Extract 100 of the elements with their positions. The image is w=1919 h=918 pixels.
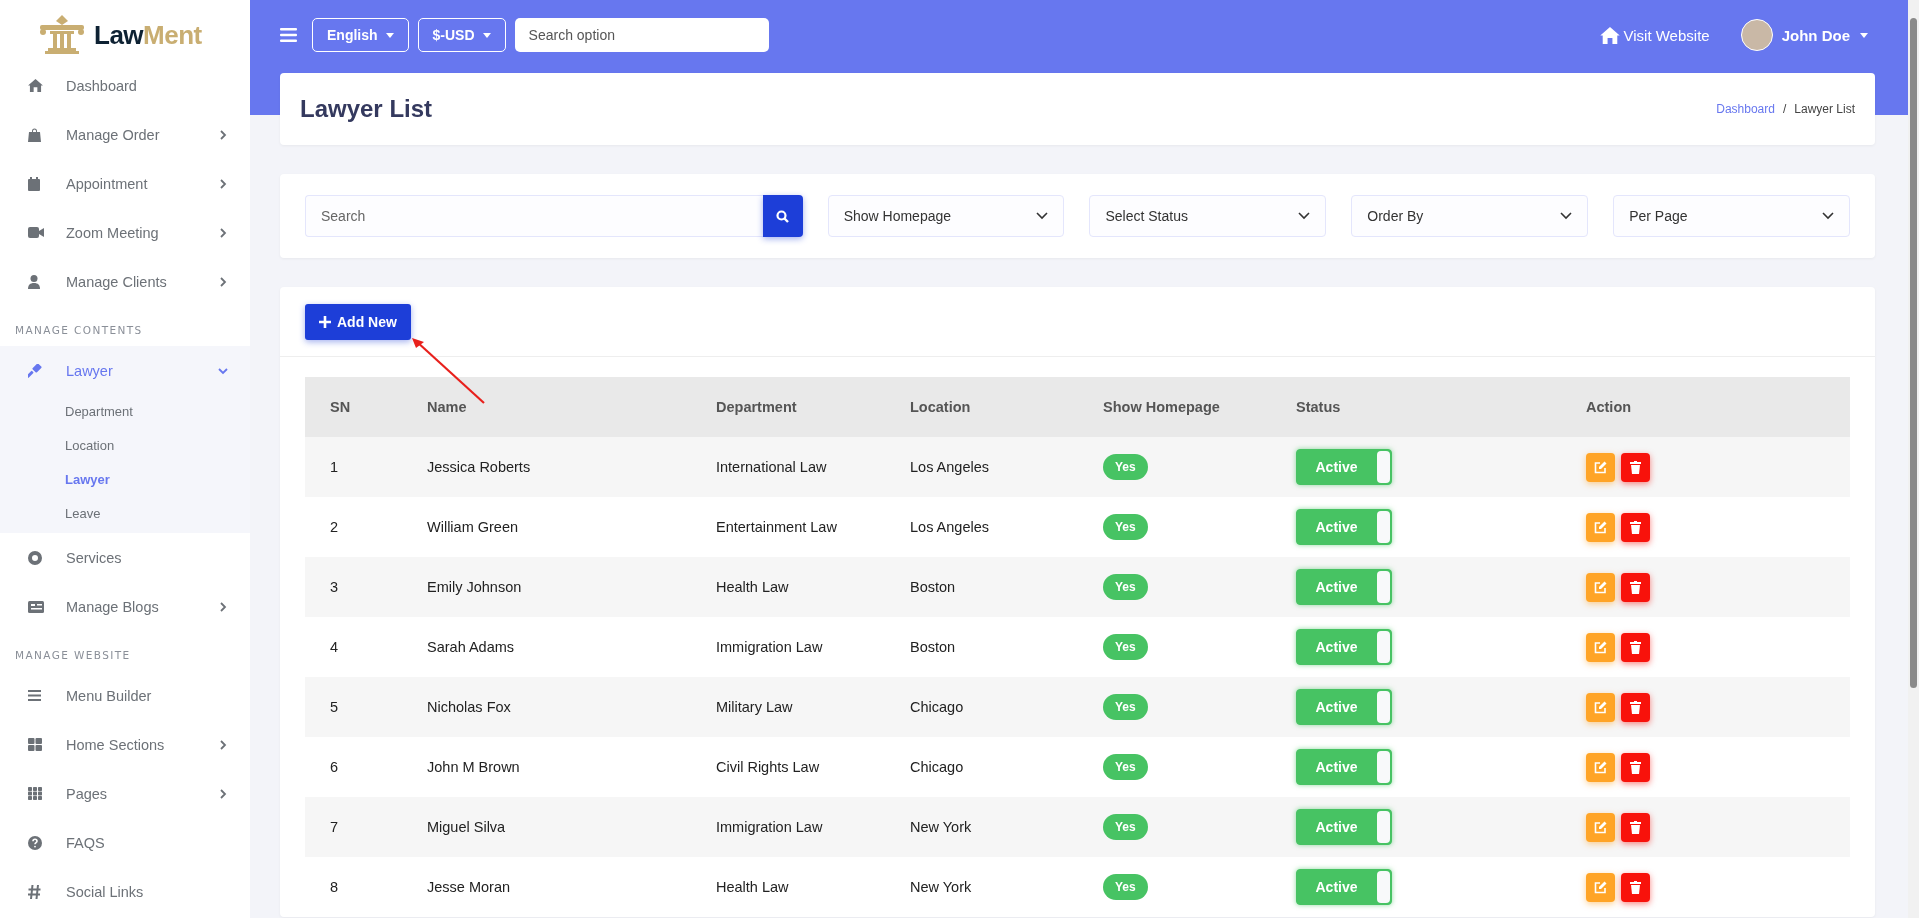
table-cell-text: Health Law: [715, 879, 790, 895]
user-icon: [28, 274, 40, 289]
table-cell-text: Health Law: [715, 579, 790, 595]
table-cell-text: Emily Johnson: [426, 579, 523, 595]
scrollbar[interactable]: [1908, 0, 1919, 918]
delete-button[interactable]: [1621, 632, 1650, 662]
table-cell-text: Immigration Law: [715, 819, 824, 835]
search-button[interactable]: [762, 195, 803, 237]
sidebar-item[interactable]: Social Links: [0, 867, 250, 916]
homepage-badge: Yes: [1103, 574, 1148, 600]
column-header: Name: [426, 399, 468, 415]
select-dropdown[interactable]: Order By: [1351, 195, 1589, 237]
edit-button[interactable]: [1586, 632, 1615, 662]
select-dropdown[interactable]: Per Page: [1613, 195, 1850, 237]
column-header: Action: [1585, 399, 1633, 415]
table-cell-text: Entertainment Law: [715, 519, 838, 535]
submenu-item[interactable]: Location: [0, 429, 250, 463]
table-cell-text: Miguel Silva: [426, 819, 507, 835]
language-dropdown[interactable]: English: [312, 18, 409, 52]
search-field[interactable]: Search option: [514, 18, 769, 52]
edit-button[interactable]: [1586, 872, 1615, 902]
menu-icon: [28, 690, 41, 701]
edit-icon: [1594, 880, 1607, 894]
chevron-right-icon: [218, 178, 228, 189]
column-header: Status: [1295, 399, 1342, 415]
sidebar-item[interactable]: Manage Blogs: [0, 582, 250, 631]
edit-button[interactable]: [1586, 752, 1615, 782]
caret-icon: [482, 32, 491, 38]
edit-button[interactable]: [1586, 812, 1615, 842]
hash-icon: [28, 884, 41, 899]
sidebar-item[interactable]: Home Sections: [0, 720, 250, 769]
table-cell-text: Los Angeles: [909, 519, 990, 535]
sidebar-item[interactable]: Appointment: [0, 159, 250, 208]
edit-icon: [1594, 460, 1607, 474]
sidebar-item[interactable]: Services: [0, 533, 250, 582]
column-header: Location: [909, 399, 972, 415]
edit-icon: [1594, 700, 1607, 714]
edit-button[interactable]: [1586, 692, 1615, 722]
calendar-icon: [28, 176, 40, 191]
currency-dropdown[interactable]: $-USD: [417, 18, 506, 52]
sidebar-item[interactable]: FAQS: [0, 818, 250, 867]
trash-icon: [1630, 520, 1641, 534]
edit-button[interactable]: [1586, 572, 1615, 602]
table-cell-text: International Law: [715, 459, 828, 475]
submenu-item[interactable]: Department: [0, 395, 250, 429]
chevron-down-icon: [1560, 212, 1573, 220]
chevron-down-icon: [1822, 212, 1834, 220]
trash-icon: [1630, 820, 1641, 834]
brand-name[interactable]: LawMent: [94, 19, 202, 51]
select-dropdown[interactable]: Select Status: [1089, 195, 1327, 237]
sidebar-item[interactable]: Manage Clients: [0, 257, 250, 306]
user-menu[interactable]: John Doe: [1781, 26, 1868, 44]
select-dropdown[interactable]: Show Homepage: [827, 195, 1065, 237]
table-cell-text: Los Angeles: [909, 459, 990, 475]
submenu-item[interactable]: Leave: [0, 497, 250, 531]
homepage-badge: Yes: [1103, 874, 1148, 900]
table-cell-text: Immigration Law: [715, 639, 824, 655]
delete-button[interactable]: [1621, 512, 1650, 542]
trash-icon: [1630, 760, 1641, 774]
table-cell-text: Military Law: [715, 699, 794, 715]
homepage-badge: Yes: [1103, 694, 1148, 720]
trash-icon: [1630, 640, 1641, 654]
edit-button[interactable]: [1586, 512, 1615, 542]
table-cell-text: New York: [909, 819, 973, 835]
sidebar-item[interactable]: Manage Order: [0, 110, 250, 159]
life-ring-icon: [28, 550, 42, 565]
edit-button[interactable]: [1586, 452, 1615, 482]
visit-website-link[interactable]: Visit Website: [1599, 26, 1710, 44]
menu-icon[interactable]: [280, 28, 297, 42]
table-cell-text: 5: [329, 699, 340, 715]
chevron-down-icon: [1298, 212, 1311, 220]
homepage-badge: Yes: [1103, 634, 1148, 660]
delete-button[interactable]: [1621, 752, 1650, 782]
section-heading: MANAGE WEBSITE: [14, 648, 132, 663]
table-cell-text: 7: [329, 819, 340, 835]
delete-button[interactable]: [1621, 872, 1650, 902]
sidebar-item[interactable]: Dashboard: [0, 61, 250, 110]
delete-button[interactable]: [1621, 692, 1650, 722]
table-cell-text: William Green: [426, 519, 520, 535]
edit-icon: [1594, 640, 1607, 654]
search-field[interactable]: Search: [305, 195, 763, 237]
sidebar-item[interactable]: Lawyer: [0, 346, 250, 395]
sidebar-item[interactable]: Pages: [0, 769, 250, 818]
sidebar-item[interactable]: Menu Builder: [0, 671, 250, 720]
add-new-button[interactable]: Add New: [305, 303, 411, 340]
delete-button[interactable]: [1621, 812, 1650, 842]
delete-button[interactable]: [1621, 452, 1650, 482]
table-cell-text: Chicago: [909, 699, 965, 715]
sidebar-item[interactable]: Zoom Meeting: [0, 208, 250, 257]
breadcrumb-link[interactable]: Dashboard: [1716, 102, 1775, 116]
breadcrumb-current: Lawyer List: [1794, 102, 1855, 116]
submenu-item[interactable]: Lawyer: [0, 463, 250, 497]
homepage-badge: Yes: [1103, 754, 1148, 780]
table-cell-text: Sarah Adams: [426, 639, 516, 655]
homepage-badge: Yes: [1103, 514, 1148, 540]
search-icon: [776, 209, 790, 223]
table-cell-text: 2: [329, 519, 340, 535]
table-cell-text: 8: [329, 879, 340, 895]
delete-button[interactable]: [1621, 572, 1650, 602]
pillar-logo-icon: [38, 15, 86, 55]
